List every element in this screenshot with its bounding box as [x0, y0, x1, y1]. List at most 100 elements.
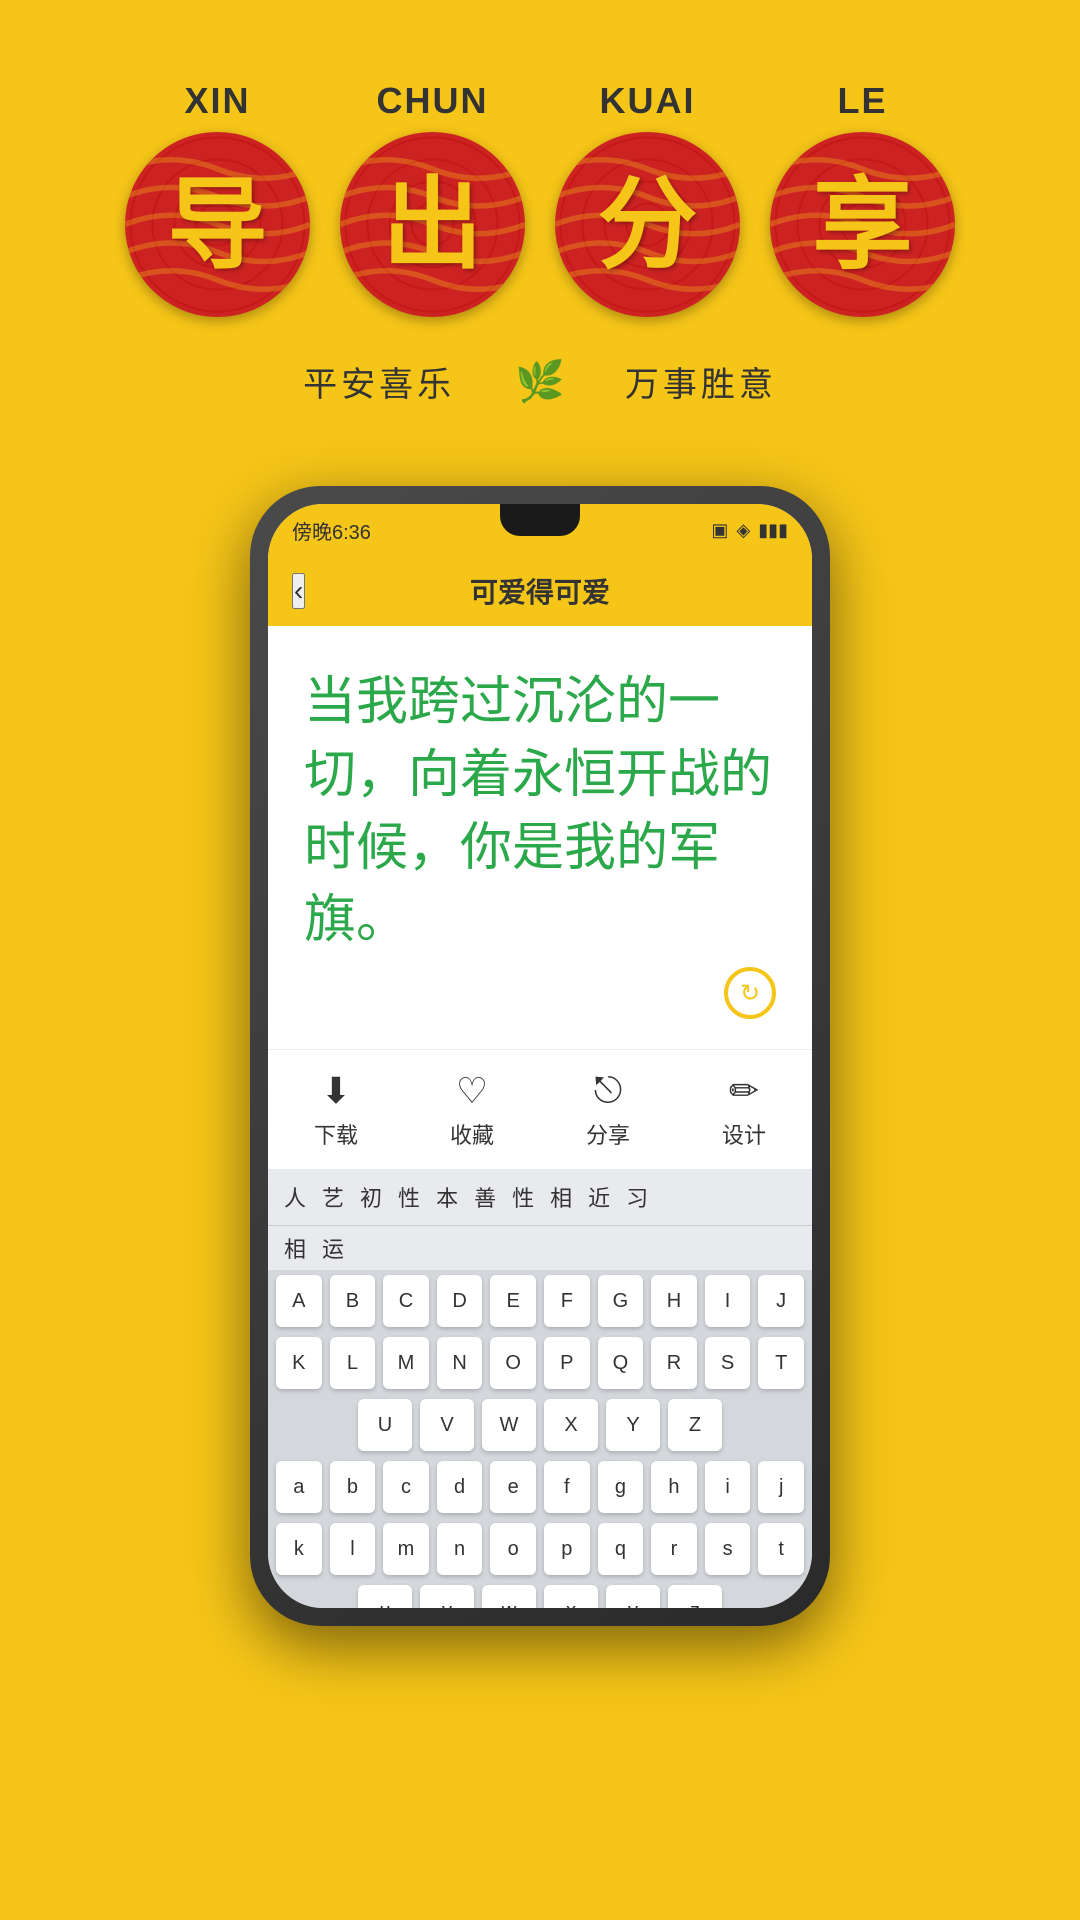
pinyin-item-xin: XIN 导 [125, 80, 310, 317]
key-P[interactable]: P [544, 1337, 590, 1389]
key-p[interactable]: p [544, 1523, 590, 1575]
suggestion-shan[interactable]: 善 [474, 1181, 496, 1213]
key-e[interactable]: e [490, 1461, 536, 1513]
key-b[interactable]: b [330, 1461, 376, 1513]
toolbar-download[interactable]: ⬇ 下载 [314, 1070, 358, 1150]
pinyin-label-le: LE [837, 80, 887, 122]
subtitle-left: 平安喜乐 [303, 357, 455, 406]
key-j[interactable]: j [758, 1461, 804, 1513]
suggestion-xiang2[interactable]: 相 [284, 1232, 306, 1264]
suggestion-yi[interactable]: 艺 [322, 1181, 344, 1213]
notch [500, 504, 580, 536]
key-J[interactable]: J [758, 1275, 804, 1327]
toolbar-design[interactable]: ✏ 设计 [722, 1070, 766, 1150]
key-F[interactable]: F [544, 1275, 590, 1327]
subtitle-right: 万事胜意 [625, 357, 777, 406]
design-icon: ✏ [729, 1070, 759, 1112]
content-area: 当我跨过沉沦的一切，向着永恒开战的时候，你是我的军旗。 ↻ [268, 626, 812, 1049]
app-title: 可爱得可爱 [470, 571, 610, 611]
battery-icon: ▮▮▮ [758, 520, 788, 541]
status-time: 傍晚6:36 [292, 516, 371, 545]
key-a[interactable]: a [276, 1461, 322, 1513]
key-L[interactable]: L [330, 1337, 376, 1389]
key-q[interactable]: q [598, 1523, 644, 1575]
key-W[interactable]: W [482, 1399, 536, 1451]
key-c[interactable]: c [383, 1461, 429, 1513]
key-y-lower[interactable]: y [606, 1585, 660, 1608]
suggestion-ren[interactable]: 人 [284, 1181, 306, 1213]
seal-char-kuai: 分 [598, 175, 698, 275]
key-g[interactable]: g [598, 1461, 644, 1513]
key-o[interactable]: o [490, 1523, 536, 1575]
suggestion-jin[interactable]: 近 [588, 1181, 610, 1213]
key-u-lower[interactable]: u [358, 1585, 412, 1608]
key-C[interactable]: C [383, 1275, 429, 1327]
key-f[interactable]: f [544, 1461, 590, 1513]
key-D[interactable]: D [437, 1275, 483, 1327]
keyboard-row-lower3: u v w x y z [268, 1580, 812, 1608]
key-k[interactable]: k [276, 1523, 322, 1575]
seal-circle-le[interactable]: 享 [770, 132, 955, 317]
key-K[interactable]: K [276, 1337, 322, 1389]
key-T[interactable]: T [758, 1337, 804, 1389]
key-z-lower[interactable]: z [668, 1585, 722, 1608]
seal-circle-chun[interactable]: 出 [340, 132, 525, 317]
key-Q[interactable]: Q [598, 1337, 644, 1389]
key-H[interactable]: H [651, 1275, 697, 1327]
suggestion-yun[interactable]: 运 [322, 1232, 344, 1264]
signal-icon: ▣ [711, 520, 728, 541]
suggestion-xing2[interactable]: 性 [512, 1181, 534, 1213]
back-button[interactable]: ‹ [292, 573, 305, 609]
key-X[interactable]: X [544, 1399, 598, 1451]
app-header: ‹ 可爱得可爱 [268, 556, 812, 626]
design-label: 设计 [722, 1118, 766, 1150]
key-n[interactable]: n [437, 1523, 483, 1575]
key-i[interactable]: i [705, 1461, 751, 1513]
key-N[interactable]: N [437, 1337, 483, 1389]
pinyin-label-kuai: KUAI [600, 80, 696, 122]
key-x-lower[interactable]: x [544, 1585, 598, 1608]
suggestion-xing[interactable]: 性 [398, 1181, 420, 1213]
seal-circle-kuai[interactable]: 分 [555, 132, 740, 317]
key-d[interactable]: d [437, 1461, 483, 1513]
favorite-label: 收藏 [450, 1118, 494, 1150]
key-B[interactable]: B [330, 1275, 376, 1327]
key-r[interactable]: r [651, 1523, 697, 1575]
key-t[interactable]: t [758, 1523, 804, 1575]
bottom-toolbar: ⬇ 下载 ♡ 收藏 ⎋ 分享 ✏ 设计 [268, 1049, 812, 1169]
refresh-button[interactable]: ↻ [724, 967, 776, 1019]
key-O[interactable]: O [490, 1337, 536, 1389]
toolbar-favorite[interactable]: ♡ 收藏 [450, 1070, 494, 1150]
key-G[interactable]: G [598, 1275, 644, 1327]
pinyin-row: XIN 导 CHUN [125, 80, 955, 317]
key-m[interactable]: m [383, 1523, 429, 1575]
key-l[interactable]: l [330, 1523, 376, 1575]
key-E[interactable]: E [490, 1275, 536, 1327]
key-Z[interactable]: Z [668, 1399, 722, 1451]
key-V[interactable]: V [420, 1399, 474, 1451]
keyboard-row-lower1: a b c d e f g h i j [268, 1456, 812, 1518]
key-M[interactable]: M [383, 1337, 429, 1389]
suggestion-ben[interactable]: 本 [436, 1181, 458, 1213]
suggestion-xi[interactable]: 习 [626, 1181, 648, 1213]
pinyin-label-xin: XIN [184, 80, 250, 122]
key-S[interactable]: S [705, 1337, 751, 1389]
key-A[interactable]: A [276, 1275, 322, 1327]
top-section: XIN 导 CHUN [0, 0, 1080, 446]
lotus-icon: 🌿 [515, 358, 565, 405]
status-bar: 傍晚6:36 ▣ ◈ ▮▮▮ [268, 504, 812, 556]
key-s[interactable]: s [705, 1523, 751, 1575]
suggestion-xiang[interactable]: 相 [550, 1181, 572, 1213]
pinyin-item-le: LE 享 [770, 80, 955, 317]
key-w-lower[interactable]: w [482, 1585, 536, 1608]
suggestion-chu[interactable]: 初 [360, 1181, 382, 1213]
key-I[interactable]: I [705, 1275, 751, 1327]
key-R[interactable]: R [651, 1337, 697, 1389]
toolbar-share[interactable]: ⎋ 分享 [586, 1069, 630, 1150]
key-h[interactable]: h [651, 1461, 697, 1513]
key-v-lower[interactable]: v [420, 1585, 474, 1608]
key-U[interactable]: U [358, 1399, 412, 1451]
key-Y[interactable]: Y [606, 1399, 660, 1451]
seal-circle-xin[interactable]: 导 [125, 132, 310, 317]
wifi-icon: ◈ [736, 520, 750, 541]
